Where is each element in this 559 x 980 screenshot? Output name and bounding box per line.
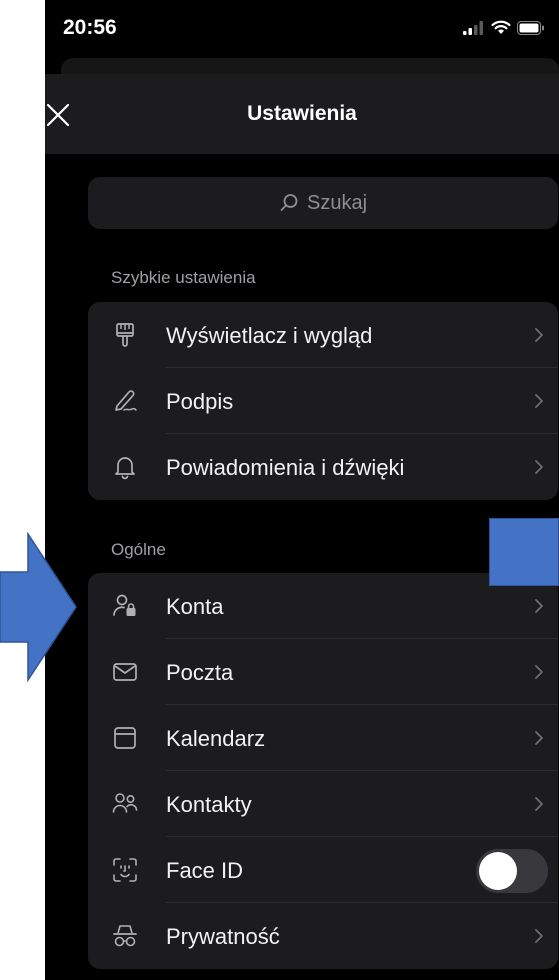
section-label-general: Ogólne [111,540,166,559]
chevron-right-icon [535,394,543,408]
settings-row-calendar[interactable]: Kalendarz [88,705,558,771]
settings-row-label: Powiadomienia i dźwięki [166,455,405,480]
phone-screen: 20:56 Ustawienia Szukaj Szybkie ustawien… [45,0,559,980]
quick-settings-group: Wyświetlacz i wygląd Podpis Powiadomieni [88,302,558,500]
page-title: Ustawienia [247,102,357,125]
settings-row-mail[interactable]: Poczta [88,639,558,705]
settings-sheet: Ustawienia Szukaj Szybkie ustawienia Wyś… [45,74,559,980]
general-group: Konta Poczta Kalendarz Kontakty Face ID … [88,573,558,969]
battery-icon [517,20,544,35]
account-lock-icon [113,594,136,616]
chevron-right-icon [535,599,543,613]
chevron-right-icon [535,731,543,745]
settings-row-label: Poczta [166,660,234,685]
signature-pen-icon [115,390,137,411]
toggle-knob [479,852,517,890]
chevron-right-icon [535,460,543,474]
status-time: 20:56 [63,16,117,39]
face-id-toggle[interactable] [476,849,548,893]
settings-row-signature[interactable]: Podpis [88,368,558,434]
envelope-icon [113,663,137,681]
settings-row-accounts[interactable]: Konta [88,573,558,639]
cellular-signal-icon [463,20,483,35]
search-placeholder: Szukaj [306,191,368,214]
status-bar: 20:56 [45,0,559,58]
settings-row-label: Kontakty [166,792,252,817]
chevron-right-icon [535,665,543,679]
settings-row-face-id: Face ID [88,837,558,903]
settings-row-label: Wyświetlacz i wygląd [166,323,373,348]
settings-row-label: Prywatność [166,924,280,949]
calendar-icon [114,727,136,749]
status-icons [463,20,545,35]
search-input[interactable]: Szukaj [88,177,558,229]
settings-row-label: Konta [166,594,224,619]
face-id-icon [113,858,137,882]
settings-row-notifications[interactable]: Powiadomienia i dźwięki [88,434,558,500]
contacts-icon [112,793,138,813]
section-label-quick-settings: Szybkie ustawienia [111,268,256,287]
search-icon [280,194,298,211]
settings-row-label: Podpis [166,389,234,414]
tutorial-highlight-box [489,518,559,586]
paint-brush-icon [116,323,134,347]
settings-row-privacy[interactable]: Prywatność [88,903,558,969]
incognito-icon [113,925,137,947]
settings-row-label: Kalendarz [166,726,266,751]
settings-row-display[interactable]: Wyświetlacz i wygląd [88,302,558,368]
nav-bar: Ustawienia [45,74,559,154]
chevron-right-icon [535,797,543,811]
settings-row-contacts[interactable]: Kontakty [88,771,558,837]
tutorial-arrow-icon [0,532,77,682]
bell-icon [115,457,135,480]
chevron-right-icon [535,929,543,943]
wifi-icon [491,20,511,34]
chevron-right-icon [535,328,543,342]
settings-row-label: Face ID [166,858,244,883]
